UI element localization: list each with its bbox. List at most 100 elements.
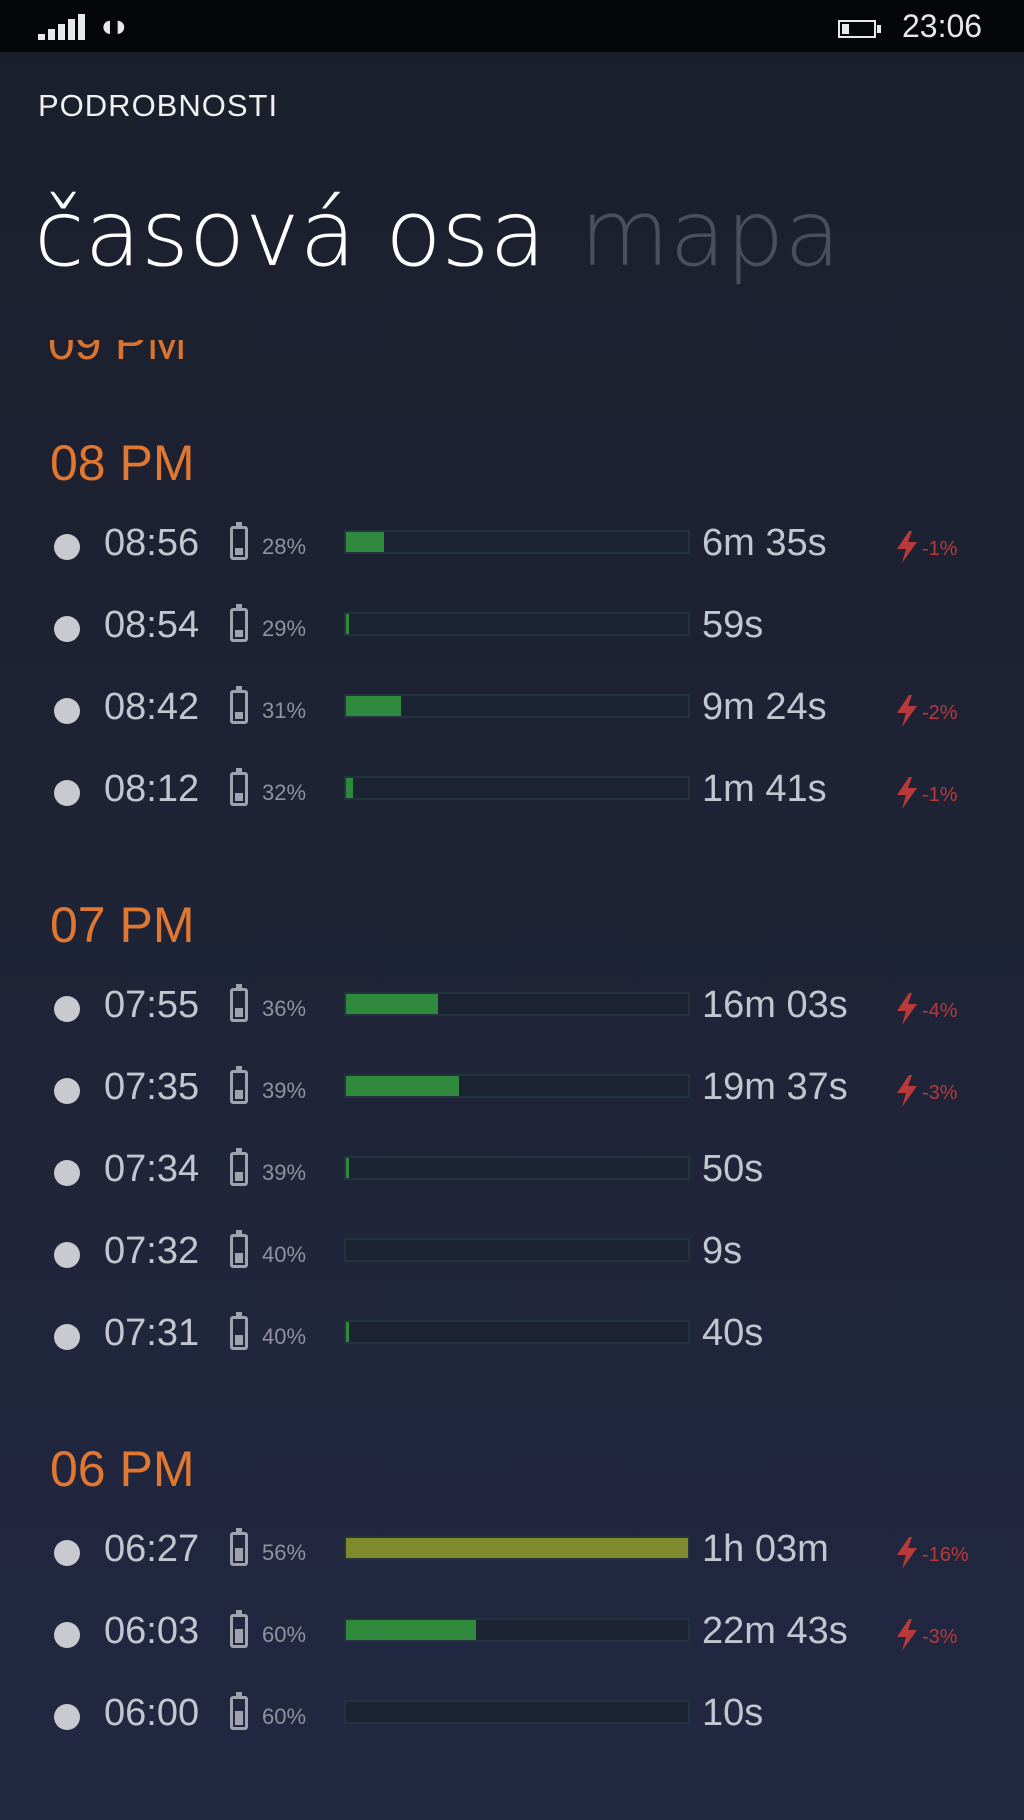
drain-percent: -3% (922, 1082, 958, 1104)
entry-time: 08:12 (104, 768, 200, 810)
entry-duration: 1m 41s (702, 768, 827, 810)
timeline-row[interactable]: 06:03 60% 22m 43s -3% (0, 1604, 1024, 1664)
drain-percent: -1% (922, 784, 958, 806)
timeline-row[interactable]: 07:32 40% 9s (0, 1224, 1024, 1284)
screen: ◖◗ 23:06 PODROBNOSTI časová osa mapa 09 P… (0, 0, 1024, 1820)
timeline-row[interactable]: 07:55 36% 16m 03s -4% (0, 978, 1024, 1038)
timeline-dot-icon (54, 1540, 80, 1566)
usage-bar-fill (346, 1158, 349, 1178)
usage-bar (344, 1156, 690, 1180)
battery-percent: 40% (262, 1242, 307, 1267)
usage-bar (344, 992, 690, 1016)
battery-icon (838, 20, 881, 38)
usage-bar-fill (346, 532, 384, 552)
lightning-bolt-icon (897, 1075, 917, 1107)
timeline-row[interactable]: 06:00 60% 10s (0, 1686, 1024, 1746)
lightning-bolt-icon (897, 993, 917, 1025)
battery-level-icon (230, 1066, 248, 1104)
timeline-row[interactable]: 07:35 39% 19m 37s -3% (0, 1060, 1024, 1120)
battery-level-icon (230, 686, 248, 724)
usage-bar (344, 1238, 690, 1262)
lightning-bolt-icon (897, 531, 917, 563)
timeline-dot-icon (54, 1160, 80, 1186)
entry-time: 06:00 (104, 1692, 200, 1734)
entry-duration: 9m 24s (702, 686, 827, 728)
battery-level-icon (230, 984, 248, 1022)
entry-time: 08:56 (104, 522, 200, 564)
group-header: 06 PM (50, 1441, 195, 1497)
entry-duration: 6m 35s (702, 522, 827, 564)
battery-percent: 39% (262, 1078, 307, 1103)
signal-bars-icon (38, 12, 98, 40)
timeline-dot-icon (54, 698, 80, 724)
usage-bar (344, 1074, 690, 1098)
timeline-dot-icon (54, 1242, 80, 1268)
battery-percent: 29% (262, 616, 307, 641)
entry-time: 07:34 (104, 1148, 200, 1190)
battery-level-icon (230, 1230, 248, 1268)
usage-bar (344, 1320, 690, 1344)
timeline-dot-icon (54, 616, 80, 642)
status-clock: 23:06 (902, 8, 983, 44)
entry-time: 07:35 (104, 1066, 200, 1108)
timeline-row[interactable]: 08:42 31% 9m 24s -2% (0, 680, 1024, 740)
timeline-dot-icon (54, 1324, 80, 1350)
timeline-dot-icon (54, 780, 80, 806)
status-bar: ◖◗ 23:06 (0, 0, 1024, 52)
entry-duration: 16m 03s (702, 984, 848, 1026)
timeline-row[interactable]: 08:54 29% 59s (0, 598, 1024, 658)
tab-timeline[interactable]: časová osa (34, 180, 546, 287)
usage-bar (344, 612, 690, 636)
timeline-row[interactable]: 08:56 28% 6m 35s -1% (0, 516, 1024, 576)
drain-percent: -3% (922, 1626, 958, 1648)
battery-level-icon (230, 1610, 248, 1648)
wifi-icon: ◖◗ (100, 14, 129, 39)
usage-bar (344, 530, 690, 554)
lightning-bolt-icon (897, 777, 917, 809)
lightning-bolt-icon (897, 1537, 917, 1569)
usage-bar-fill (346, 696, 401, 716)
usage-bar-fill (346, 994, 438, 1014)
group-header: 08 PM (50, 435, 195, 491)
tab-map[interactable]: mapa (580, 180, 841, 287)
lightning-bolt-icon (897, 1619, 917, 1651)
entry-time: 06:27 (104, 1528, 200, 1570)
battery-percent: 28% (262, 534, 307, 559)
usage-bar (344, 776, 690, 800)
timeline-dot-icon (54, 996, 80, 1022)
battery-level-icon (230, 522, 248, 560)
entry-time: 07:32 (104, 1230, 200, 1272)
timeline-row[interactable]: 08:12 32% 1m 41s -1% (0, 762, 1024, 822)
battery-level-icon (230, 768, 248, 806)
entry-time: 08:54 (104, 604, 200, 646)
usage-bar-fill (346, 778, 353, 798)
timeline-row[interactable]: 07:31 40% 40s (0, 1306, 1024, 1366)
usage-bar (344, 694, 690, 718)
timeline-row[interactable]: 06:27 56% 1h 03m -16% (0, 1522, 1024, 1582)
battery-level-icon (230, 1312, 248, 1350)
group-header: 07 PM (50, 897, 195, 953)
battery-percent: 40% (262, 1324, 307, 1349)
drain-percent: -4% (922, 1000, 958, 1022)
entry-time: 07:31 (104, 1312, 200, 1354)
usage-bar-fill (346, 1076, 459, 1096)
entry-duration: 1h 03m (702, 1528, 829, 1570)
drain-percent: -16% (922, 1544, 969, 1566)
battery-percent: 31% (262, 698, 307, 723)
entry-duration: 59s (702, 604, 764, 646)
usage-bar-fill (346, 614, 349, 634)
battery-percent: 32% (262, 780, 307, 805)
entry-duration: 10s (702, 1692, 764, 1734)
timeline-dot-icon (54, 1622, 80, 1648)
app-title: PODROBNOSTI (38, 88, 279, 123)
battery-percent: 36% (262, 996, 307, 1021)
battery-level-icon (230, 1148, 248, 1186)
cutoff-header-label: 09 PM (48, 340, 187, 370)
usage-bar (344, 1618, 690, 1642)
battery-level-icon (230, 604, 248, 642)
entry-duration: 50s (702, 1148, 764, 1190)
timeline-row[interactable]: 07:34 39% 50s (0, 1142, 1024, 1202)
pivot-header: časová osa mapa (34, 180, 875, 290)
timeline-dot-icon (54, 1078, 80, 1104)
timeline-dot-icon (54, 534, 80, 560)
